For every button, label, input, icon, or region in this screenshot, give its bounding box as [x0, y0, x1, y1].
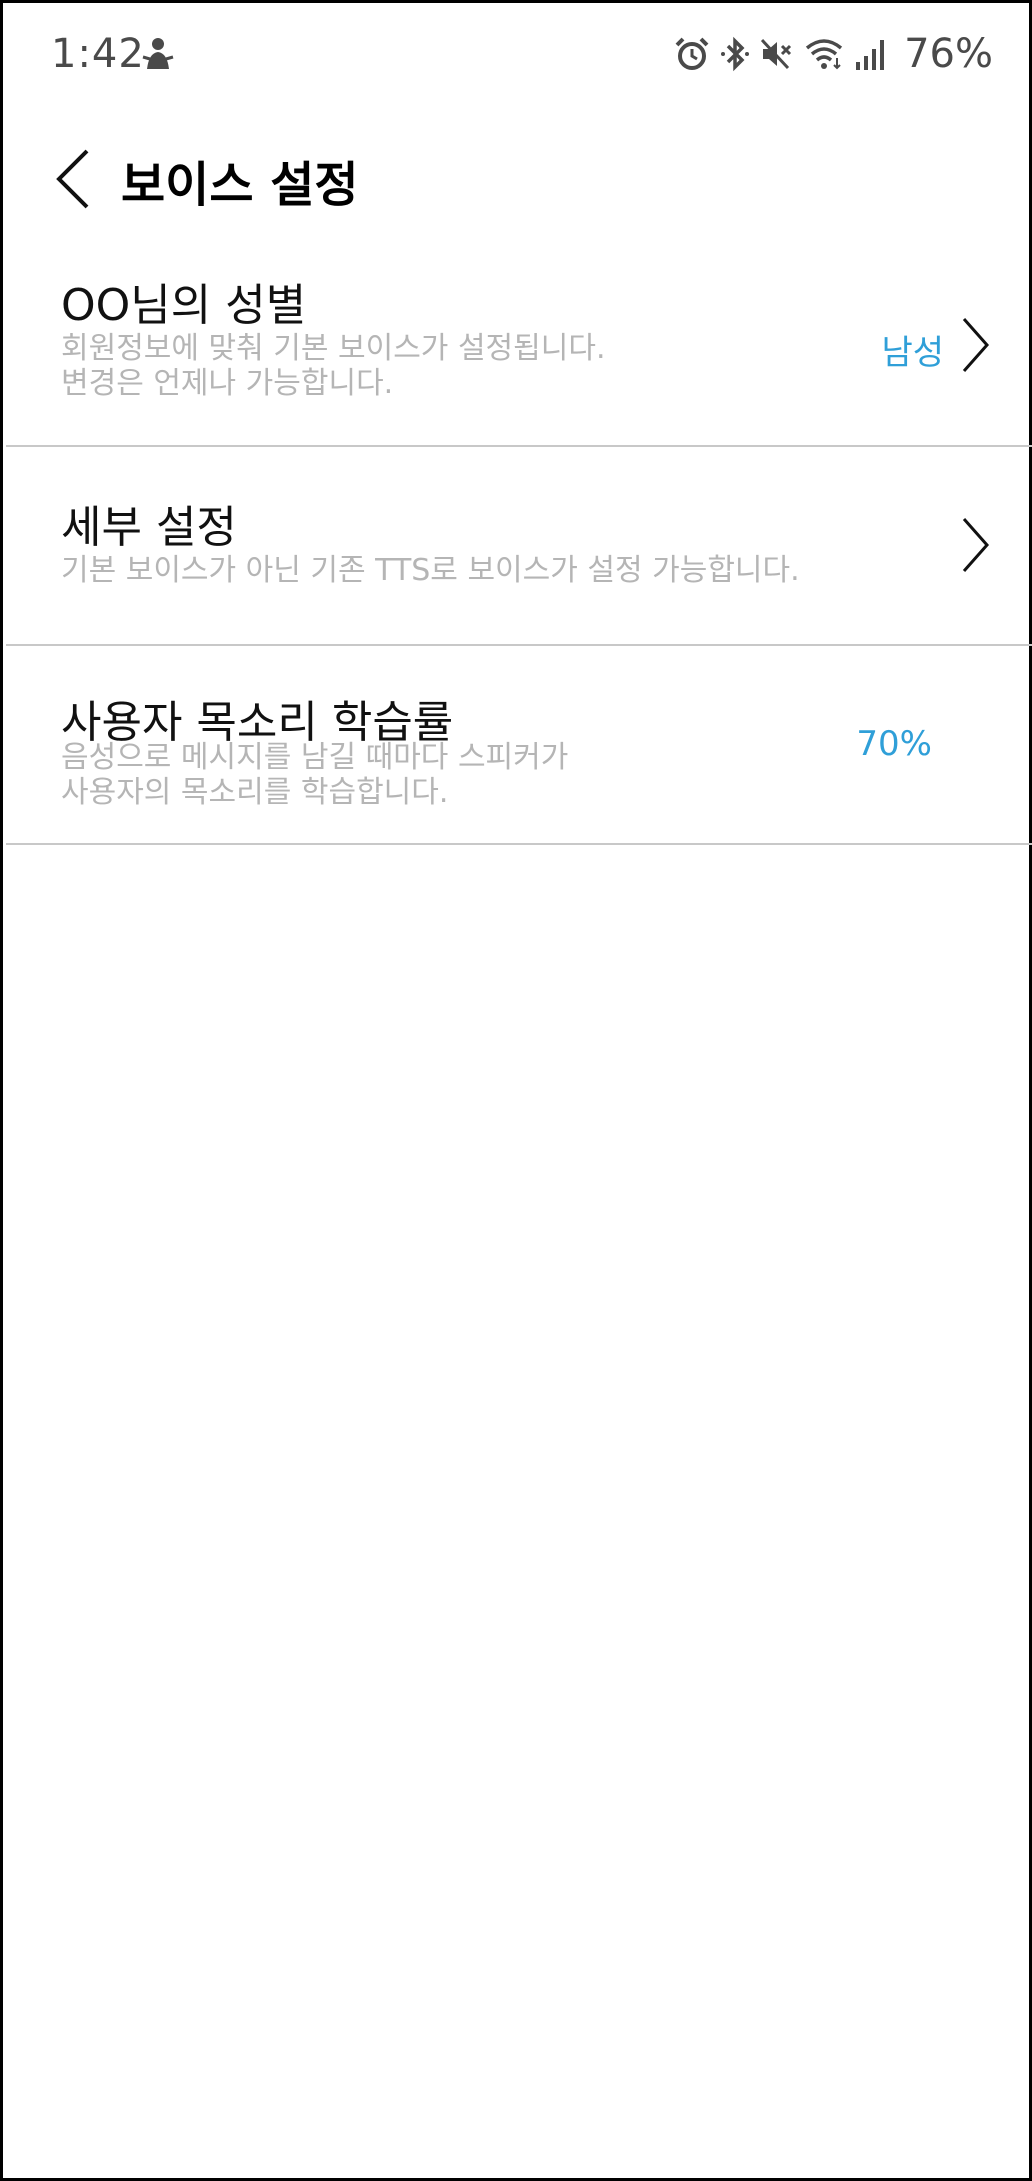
status-time: 1:42: [51, 31, 145, 77]
signal-icon: [854, 36, 888, 72]
wifi-icon: [804, 36, 844, 72]
screen-frame: 1:42 76% 보이스 설정 OO님의 성별 회원정보에 맞춰 기본 보이스가…: [0, 0, 1032, 2181]
gender-description: 회원정보에 맞춰 기본 보이스가 설정됩니다. 변경은 언제나 가능합니다.: [61, 331, 606, 401]
gender-value: 남성: [881, 333, 944, 373]
status-icons: 76%: [674, 29, 993, 79]
gender-title: OO님의 성별: [61, 280, 307, 331]
status-bar: 1:42 76%: [3, 3, 1032, 113]
chevron-right-icon: [962, 318, 990, 372]
setting-row-learning-rate: 사용자 목소리 학습률 음성으로 메시지를 남길 때마다 스피커가 사용자의 목…: [6, 646, 1032, 845]
battery-level: 76%: [904, 31, 993, 77]
bluetooth-icon: [720, 36, 750, 72]
detail-title: 세부 설정: [61, 502, 237, 553]
mute-icon: [760, 36, 794, 72]
page-title: 보이스 설정: [121, 157, 359, 213]
app-header: 보이스 설정: [3, 133, 1032, 223]
chevron-left-icon: [56, 149, 89, 209]
learning-rate-description: 음성으로 메시지를 남길 때마다 스피커가 사용자의 목소리를 학습합니다.: [61, 740, 569, 810]
learning-rate-value: 70%: [856, 724, 932, 764]
alarm-icon: [674, 36, 710, 72]
notification-icon: [141, 35, 175, 73]
detail-description: 기본 보이스가 아닌 기존 TTS로 보이스가 설정 가능합니다.: [61, 553, 800, 588]
back-button[interactable]: [51, 147, 101, 211]
setting-row-detail[interactable]: 세부 설정 기본 보이스가 아닌 기존 TTS로 보이스가 설정 가능합니다.: [6, 447, 1032, 646]
setting-row-gender[interactable]: OO님의 성별 회원정보에 맞춰 기본 보이스가 설정됩니다. 변경은 언제나 …: [6, 243, 1032, 447]
chevron-right-icon: [962, 518, 990, 572]
